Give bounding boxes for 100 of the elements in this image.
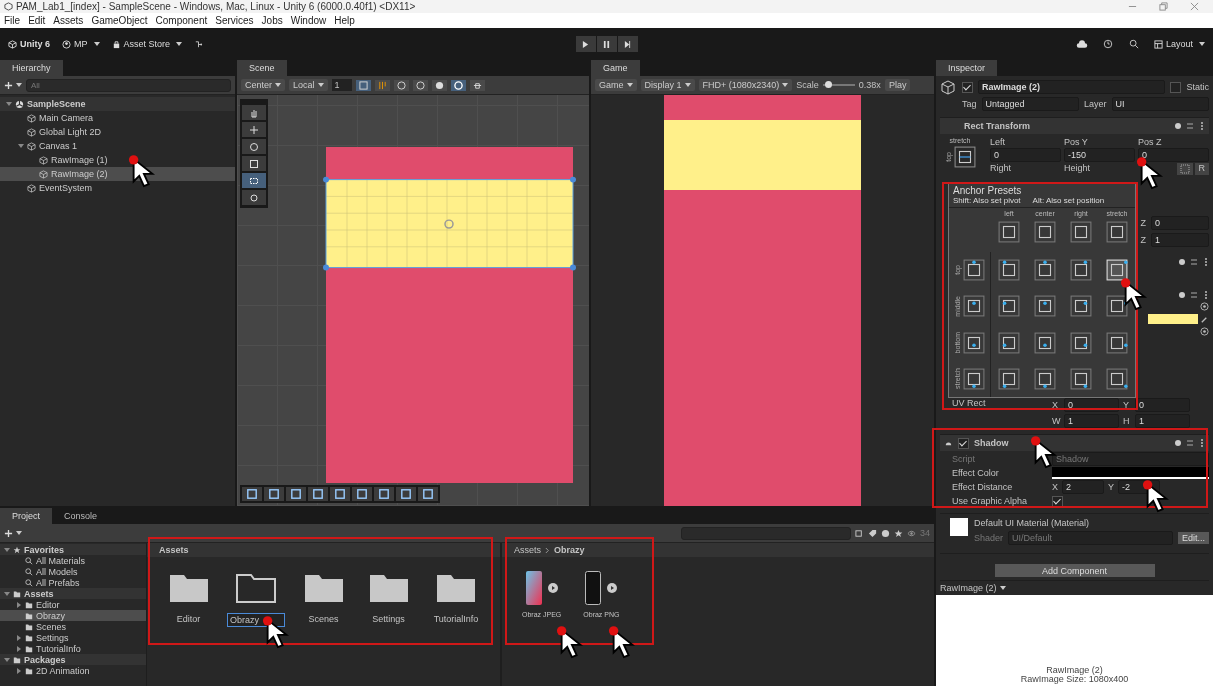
scene-tool-button[interactable] xyxy=(242,139,266,154)
anchor-preset-icon[interactable] xyxy=(1070,367,1092,390)
preview-title[interactable]: RawImage (2) xyxy=(940,583,997,593)
project-tree-item[interactable]: All Models xyxy=(0,566,146,577)
component-tools-icon[interactable] xyxy=(1179,258,1209,266)
anchor-preset-icon[interactable] xyxy=(998,367,1020,390)
history-icon[interactable] xyxy=(1101,39,1114,49)
user-dropdown[interactable]: MP xyxy=(62,39,100,49)
expand-arrow-icon[interactable] xyxy=(18,143,24,149)
anchor-preset-icon[interactable] xyxy=(998,331,1020,354)
anchor-preset-icon[interactable] xyxy=(1070,259,1092,282)
project-tab[interactable]: Project xyxy=(0,508,52,524)
project-tree-item[interactable]: Scenes xyxy=(0,621,146,632)
scene-tool-button[interactable] xyxy=(242,173,266,188)
hierarchy-item[interactable]: EventSystem xyxy=(0,181,235,195)
component-tools-icon[interactable] xyxy=(1175,439,1205,447)
filter-icon[interactable] xyxy=(881,528,890,538)
overlay-tool-icon[interactable] xyxy=(374,487,394,501)
number-field[interactable]: 1 xyxy=(1151,233,1209,247)
anchor-preset-icon[interactable] xyxy=(953,146,976,168)
image-thumbnail[interactable] xyxy=(525,571,542,605)
hierarchy-item[interactable]: RawImage (1) xyxy=(0,153,235,167)
number-field[interactable]: -150 xyxy=(1064,148,1135,162)
number-field[interactable]: 0 xyxy=(1135,398,1190,412)
anchor-preset-icon[interactable] xyxy=(1070,331,1092,354)
game-mode-dropdown[interactable]: Game xyxy=(595,79,637,91)
anchor-preset-icon[interactable] xyxy=(1070,221,1092,243)
component-tools-icon[interactable] xyxy=(1175,122,1205,130)
menu-item[interactable]: Help xyxy=(334,15,355,26)
menu-item[interactable]: Jobs xyxy=(261,15,283,26)
menu-item[interactable]: Window xyxy=(290,15,327,26)
number-field[interactable]: 0 xyxy=(1151,216,1209,230)
scene-toggle[interactable] xyxy=(450,79,466,91)
project-tree-item[interactable]: Obrazy xyxy=(0,610,146,621)
eye-icon[interactable] xyxy=(907,528,916,538)
overlay-tool-icon[interactable] xyxy=(352,487,372,501)
search-icon[interactable] xyxy=(1127,39,1140,49)
scene-toggle[interactable] xyxy=(374,79,390,91)
play-icon[interactable] xyxy=(547,583,558,593)
project-tab[interactable]: Console xyxy=(52,508,110,524)
component-enabled-checkbox[interactable] xyxy=(958,437,969,449)
create-dropdown[interactable] xyxy=(4,80,22,90)
menu-item[interactable]: Edit xyxy=(28,15,46,26)
anchor-preset-icon[interactable] xyxy=(963,331,985,354)
cloud-icon[interactable] xyxy=(1075,39,1088,49)
scene-tool-button[interactable] xyxy=(242,105,266,120)
material-title[interactable]: Default UI Material (Material) xyxy=(974,518,1090,528)
create-dropdown[interactable] xyxy=(4,528,22,538)
phone-thumbnail[interactable] xyxy=(585,571,602,605)
blueprint-mode-button[interactable] xyxy=(1176,163,1193,175)
play-button[interactable] xyxy=(575,36,596,52)
anchor-preset-icon[interactable] xyxy=(1034,295,1056,318)
folder-icon[interactable] xyxy=(236,571,276,603)
edit-button[interactable]: Edit... xyxy=(1178,532,1209,544)
step-button[interactable] xyxy=(617,36,638,52)
asset-store-dropdown[interactable]: Asset Store xyxy=(111,39,183,49)
hierarchy-tab[interactable]: Hierarchy xyxy=(0,60,63,76)
scene-tool-button[interactable] xyxy=(242,156,266,171)
pause-button[interactable] xyxy=(596,36,617,52)
overlay-tool-icon[interactable] xyxy=(286,487,306,501)
breadcrumb-item[interactable]: Obrazy xyxy=(554,545,585,555)
scene-toggle[interactable] xyxy=(431,79,447,91)
pivot-dropdown[interactable]: Center xyxy=(241,79,285,91)
object-picker-icon[interactable] xyxy=(1200,327,1209,336)
project-tree-item[interactable]: Settings xyxy=(0,632,146,643)
search-field[interactable] xyxy=(681,526,851,540)
grid-size-field[interactable]: 1 xyxy=(331,79,352,91)
number-field[interactable]: 0 xyxy=(1138,148,1209,162)
scene-toggle[interactable] xyxy=(412,79,428,91)
anchor-preset-icon[interactable] xyxy=(1034,221,1056,243)
search-field[interactable]: All xyxy=(26,78,231,92)
scene-tool-button[interactable] xyxy=(242,122,266,137)
static-dropdown[interactable]: Static xyxy=(1186,82,1209,92)
expand-arrow-icon[interactable] xyxy=(4,546,10,553)
game-tab[interactable]: Game xyxy=(591,60,640,76)
hierarchy-item[interactable]: Main Camera xyxy=(0,111,235,125)
number-field[interactable]: 0 xyxy=(990,148,1061,162)
anchor-preset-icon[interactable] xyxy=(963,367,985,390)
expand-arrow-icon[interactable] xyxy=(6,101,12,107)
active-checkbox[interactable] xyxy=(962,81,973,93)
project-tree-item[interactable]: Editor xyxy=(0,599,146,610)
component-title[interactable]: Shadow xyxy=(974,438,1009,448)
menu-item[interactable]: Component xyxy=(155,15,208,26)
version-control-icon[interactable] xyxy=(194,39,204,49)
star-icon[interactable] xyxy=(894,528,903,538)
project-tree-item[interactable]: TutorialInfo xyxy=(0,643,146,654)
number-field[interactable]: 2 xyxy=(1062,480,1104,494)
hierarchy-item[interactable]: SampleScene xyxy=(0,97,235,111)
scene-toggle[interactable] xyxy=(469,79,485,91)
caret-icon[interactable] xyxy=(999,586,1006,590)
close-icon[interactable] xyxy=(1190,2,1199,11)
hierarchy-item[interactable]: Canvas 1 xyxy=(0,139,235,153)
overlay-tool-icon[interactable] xyxy=(418,487,438,501)
anchor-preset-icon[interactable] xyxy=(1034,367,1056,390)
color-swatch[interactable] xyxy=(1148,314,1198,324)
project-tree-item[interactable]: Assets xyxy=(0,588,146,599)
filter-label-icon[interactable] xyxy=(868,528,877,538)
anchor-preset-icon[interactable] xyxy=(963,295,985,318)
anchor-preset-icon[interactable] xyxy=(1106,221,1128,243)
static-checkbox[interactable] xyxy=(1170,81,1182,93)
